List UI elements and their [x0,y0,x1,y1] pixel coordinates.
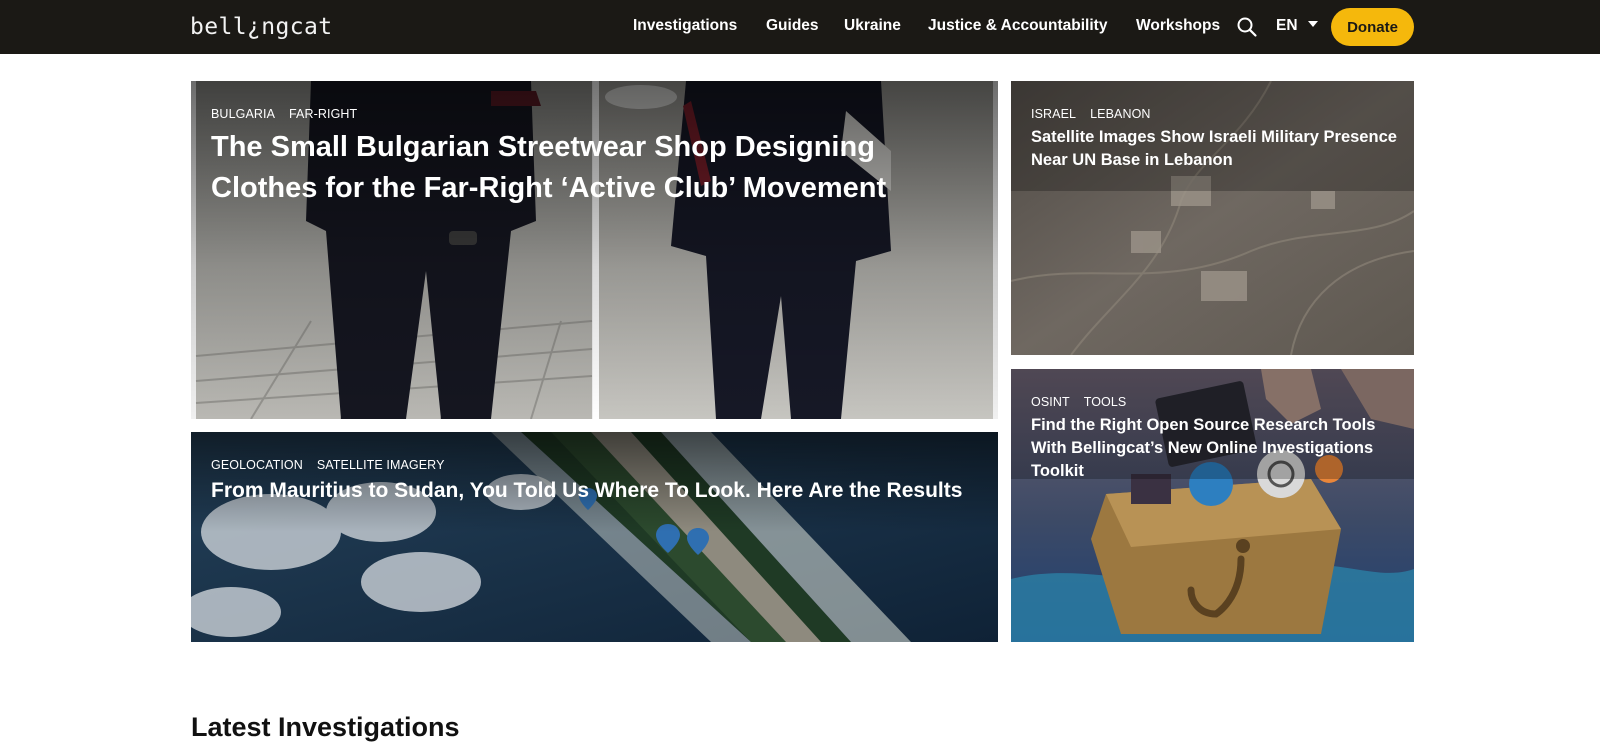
featured-article-israel-lebanon[interactable]: ISRAEL LEBANON Satellite Images Show Isr… [1011,81,1414,355]
tag-osint[interactable]: OSINT [1031,395,1070,409]
article-headline[interactable]: The Small Bulgarian Streetwear Shop Desi… [211,127,981,209]
article-image [1011,369,1414,642]
article-headline[interactable]: Find the Right Open Source Research Tool… [1031,414,1386,483]
article-tags: GEOLOCATION SATELLITE IMAGERY [211,458,445,472]
article-image [1011,81,1414,355]
nav-item-workshops[interactable]: Workshops [1136,0,1220,54]
tag-israel[interactable]: ISRAEL [1031,107,1076,121]
nav-item-justice-accountability[interactable]: Justice & Accountability [928,0,1107,54]
featured-article-osint-toolkit[interactable]: OSINT TOOLS Find the Right Open Source R… [1011,369,1414,642]
latest-investigations-heading: Latest Investigations [191,712,460,742]
main-nav: Investigations Guides Ukraine Justice & … [0,0,1600,54]
article-tags: BULGARIA FAR-RIGHT [211,107,357,121]
article-tags: ISRAEL LEBANON [1031,107,1151,121]
tag-tools[interactable]: TOOLS [1084,395,1127,409]
article-headline[interactable]: Satellite Images Show Israeli Military P… [1031,126,1401,172]
tag-bulgaria[interactable]: BULGARIA [211,107,275,121]
tag-lebanon[interactable]: LEBANON [1090,107,1150,121]
featured-article-mauritius-sudan[interactable]: GEOLOCATION SATELLITE IMAGERY From Mauri… [191,432,998,642]
chevron-down-icon[interactable] [1308,21,1318,27]
top-navigation-bar: bell¿ngcat Investigations Guides Ukraine… [0,0,1600,54]
nav-item-guides[interactable]: Guides [766,0,819,54]
featured-article-bulgarian-streetwear[interactable]: BULGARIA FAR-RIGHT The Small Bulgarian S… [191,81,998,419]
language-selector[interactable]: EN [1276,0,1298,54]
nav-item-ukraine[interactable]: Ukraine [844,0,901,54]
tag-satellite-imagery[interactable]: SATELLITE IMAGERY [317,458,445,472]
tag-geolocation[interactable]: GEOLOCATION [211,458,303,472]
article-headline[interactable]: From Mauritius to Sudan, You Told Us Whe… [211,477,991,505]
donate-button[interactable]: Donate [1331,8,1414,46]
search-icon[interactable] [1236,16,1258,38]
tag-far-right[interactable]: FAR-RIGHT [289,107,357,121]
article-tags: OSINT TOOLS [1031,395,1126,409]
nav-item-investigations[interactable]: Investigations [633,0,737,54]
